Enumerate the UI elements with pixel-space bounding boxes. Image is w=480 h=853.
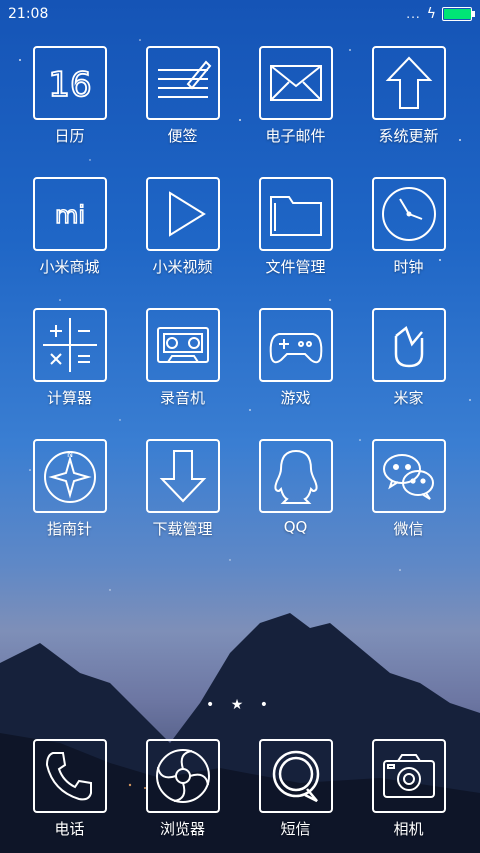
app-label: 游戏 [280, 389, 311, 407]
phone-tile [32, 739, 107, 813]
app-label: 电子邮件 [265, 127, 326, 145]
dock-phone[interactable]: 电话 [13, 739, 126, 839]
download-arrow-icon [159, 450, 206, 503]
folder-icon [269, 196, 322, 236]
play-icon [168, 191, 206, 237]
email-icon [269, 65, 322, 101]
mijia-tile [371, 308, 446, 382]
status-icons: ... ϟ [406, 6, 475, 22]
calculator-tile [32, 308, 107, 382]
cassette-icon [156, 327, 209, 363]
app-label: 日历 [54, 127, 85, 145]
app-notes[interactable]: 便签 [126, 46, 239, 146]
dock-camera[interactable]: 相机 [352, 739, 465, 839]
qq-tile [258, 439, 333, 513]
app-compass[interactable]: N 指南针 [13, 439, 126, 539]
mijia-icon [394, 325, 423, 368]
browser-icon [155, 749, 210, 803]
wechat-tile [371, 439, 446, 513]
notes-tile [145, 46, 220, 120]
status-bar: 21:08 ... ϟ [0, 0, 480, 28]
app-label: 便签 [167, 127, 198, 145]
app-clock[interactable]: 时钟 [352, 177, 465, 277]
page-indicator[interactable]: • ★ • [0, 697, 480, 713]
compass-tile: N [32, 439, 107, 513]
update-arrow-icon [385, 56, 432, 109]
app-mijia[interactable]: 米家 [352, 308, 465, 408]
app-system-update[interactable]: 系统更新 [352, 46, 465, 146]
charging-icon: ϟ [426, 6, 436, 22]
camera-icon [382, 754, 435, 798]
status-time: 21:08 [8, 6, 49, 22]
calendar-day-number: 16 [48, 65, 91, 105]
clock-icon [381, 187, 436, 241]
app-label: 指南针 [46, 520, 92, 538]
phone-icon [45, 752, 92, 801]
games-tile [258, 308, 333, 382]
mi-store-tile: mi [32, 177, 107, 251]
notes-icon [157, 60, 211, 98]
app-label: 时钟 [393, 258, 424, 276]
app-file-manager[interactable]: 文件管理 [239, 177, 352, 277]
app-label: 米家 [393, 389, 424, 407]
mi-logo-text: mi [54, 201, 84, 229]
camera-tile [371, 739, 446, 813]
app-download-manager[interactable]: 下载管理 [126, 439, 239, 539]
app-qq[interactable]: QQ [239, 439, 352, 536]
wechat-icon [382, 454, 434, 500]
app-calendar[interactable]: 16 日历 [13, 46, 126, 146]
app-label: 短信 [280, 820, 311, 838]
qq-penguin-icon [273, 449, 318, 504]
app-label: 相机 [393, 820, 424, 838]
dock-browser[interactable]: 浏览器 [126, 739, 239, 839]
message-bubble-icon [272, 750, 319, 803]
app-label: 录音机 [159, 389, 205, 407]
app-label: 文件管理 [265, 258, 326, 276]
gamepad-icon [269, 333, 322, 364]
app-label: 小米视频 [152, 258, 213, 276]
calculator-icon [42, 318, 97, 372]
email-tile [258, 46, 333, 120]
app-label: QQ [283, 518, 308, 536]
app-wechat[interactable]: 微信 [352, 439, 465, 539]
app-games[interactable]: 游戏 [239, 308, 352, 408]
compass-north-label: N [67, 450, 73, 459]
battery-level-fill [444, 9, 471, 19]
app-mi-store[interactable]: mi 小米商城 [13, 177, 126, 277]
download-tile [145, 439, 220, 513]
app-mi-video[interactable]: 小米视频 [126, 177, 239, 277]
dock-messages[interactable]: 短信 [239, 739, 352, 839]
app-recorder[interactable]: 录音机 [126, 308, 239, 408]
update-tile [371, 46, 446, 120]
clock-tile [371, 177, 446, 251]
messages-tile [258, 739, 333, 813]
app-label: 下载管理 [152, 520, 213, 538]
app-calculator[interactable]: 计算器 [13, 308, 126, 408]
browser-tile [145, 739, 220, 813]
app-label: 系统更新 [378, 127, 439, 145]
mi-store-icon: mi [54, 200, 86, 230]
compass-icon: N [43, 450, 96, 503]
app-label: 电话 [54, 820, 85, 838]
app-label: 小米商城 [39, 258, 100, 276]
calendar-icon: 16 [47, 64, 92, 106]
app-label: 浏览器 [159, 820, 205, 838]
recorder-tile [145, 308, 220, 382]
battery-icon [442, 7, 475, 21]
notification-more-icon: ... [406, 7, 421, 21]
app-label: 微信 [393, 520, 424, 538]
app-email[interactable]: 电子邮件 [239, 46, 352, 146]
folder-tile [258, 177, 333, 251]
calendar-tile: 16 [32, 46, 107, 120]
video-tile [145, 177, 220, 251]
app-label: 计算器 [46, 389, 92, 407]
